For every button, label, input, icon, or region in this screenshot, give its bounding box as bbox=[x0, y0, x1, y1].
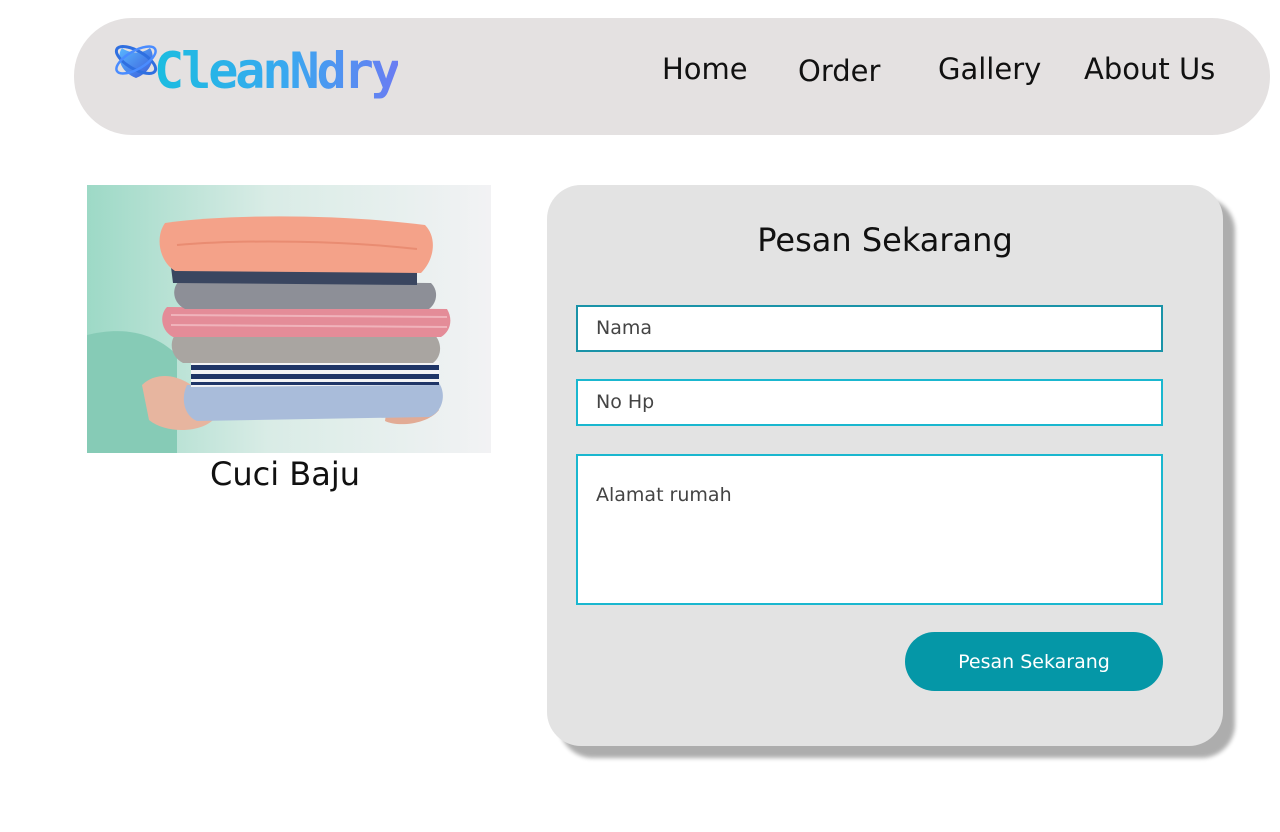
navbar: CleanNdry Home Order Gallery About Us bbox=[74, 18, 1270, 135]
service-caption: Cuci Baju bbox=[209, 455, 360, 493]
logo-text: CleanNdry bbox=[154, 38, 401, 104]
submit-order-button[interactable]: Pesan Sekarang bbox=[905, 632, 1163, 691]
nav-order[interactable]: Order bbox=[798, 54, 880, 88]
address-textarea[interactable]: Alamat rumah bbox=[576, 454, 1163, 605]
order-form-card: Pesan Sekarang Nama No Hp Alamat rumah P… bbox=[547, 185, 1223, 746]
service-image bbox=[87, 185, 491, 453]
nav-home[interactable]: Home bbox=[662, 52, 748, 86]
phone-input[interactable]: No Hp bbox=[576, 379, 1163, 426]
logo[interactable]: CleanNdry bbox=[112, 38, 401, 104]
globe-ring-icon bbox=[114, 45, 158, 78]
form-title: Pesan Sekarang bbox=[757, 221, 1013, 259]
nav-about-us[interactable]: About Us bbox=[1084, 52, 1215, 86]
nav-gallery[interactable]: Gallery bbox=[938, 52, 1041, 86]
folded-clothes-illustration bbox=[87, 185, 491, 453]
name-input[interactable]: Nama bbox=[576, 305, 1163, 352]
